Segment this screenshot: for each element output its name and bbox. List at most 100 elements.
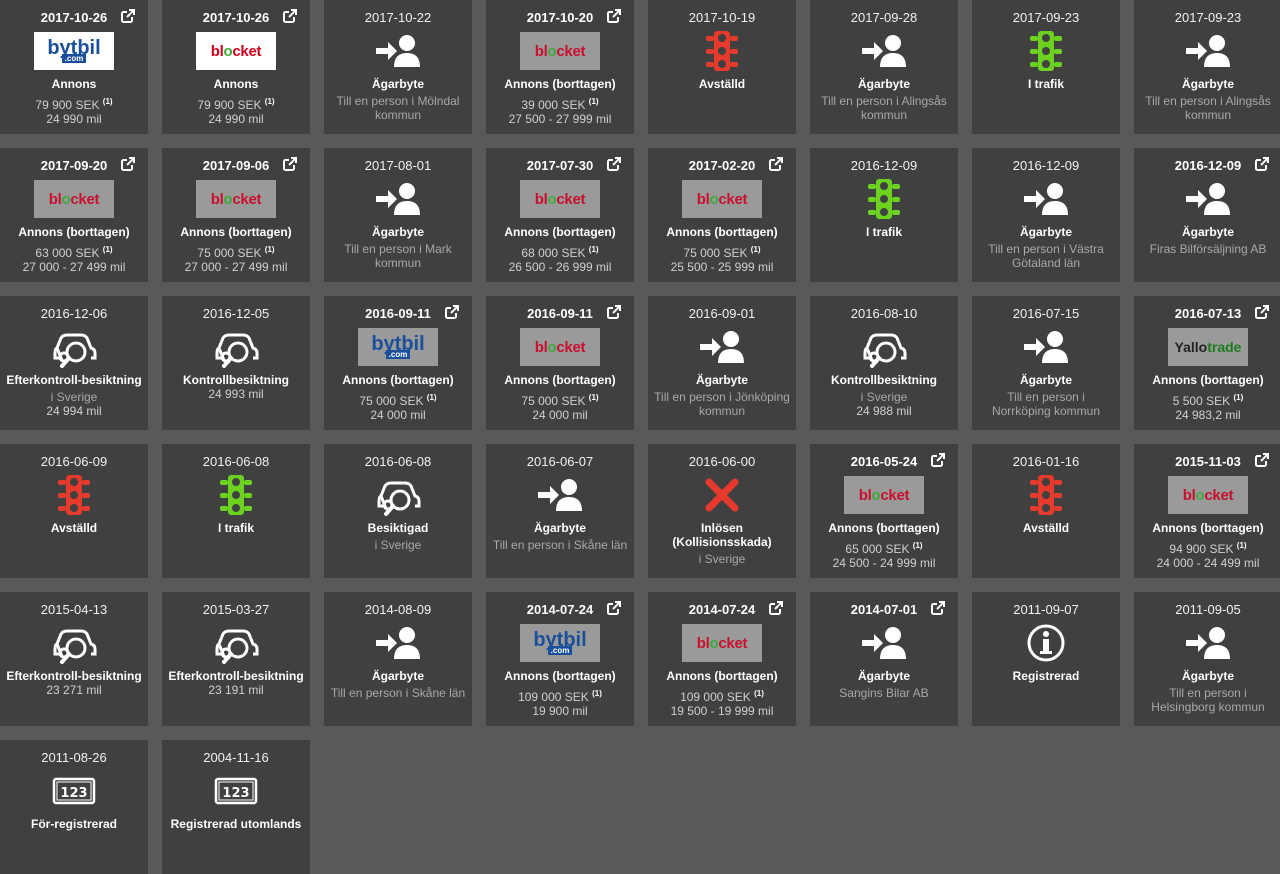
event-card-agarbyte[interactable]: 2016-12-09 Ägarbyte Firas Bilförsäljning A… [1134, 148, 1280, 282]
event-price: 94 900 SEK (1) [1169, 541, 1247, 556]
blocket-logo-grey: bl o cket [0, 178, 148, 220]
event-mileage: 23 271 mil [46, 683, 102, 697]
external-link-icon[interactable] [282, 8, 298, 24]
event-card-agarbyte: 2016-06-07 Ägarbyte Till en person i Skåne… [486, 444, 634, 578]
event-price: 75 000 SEK (1) [683, 245, 761, 260]
event-mileage: 23 191 mil [208, 683, 264, 697]
traffic-light-green-icon [810, 178, 958, 220]
event-title: Avställd [50, 521, 98, 535]
external-link-icon[interactable] [120, 8, 136, 24]
external-link-icon[interactable] [768, 600, 784, 616]
event-card-annons[interactable]: 2017-10-26 bytbil .com Annons 79 900 SEK (1)… [0, 0, 148, 134]
event-title: Ägarbyte [1019, 225, 1072, 239]
external-link-icon[interactable] [606, 600, 622, 616]
owner-change-icon [648, 326, 796, 368]
event-date: 2011-09-05 [1175, 602, 1241, 617]
footnote-marker: (1) [588, 393, 599, 402]
external-link-icon[interactable] [606, 304, 622, 320]
owner-change-icon [324, 622, 472, 664]
owner-change-icon [486, 474, 634, 516]
footnote-marker: (1) [102, 245, 113, 254]
event-date: 2017-08-01 [364, 158, 432, 173]
event-title: Ägarbyte [857, 77, 910, 91]
event-mileage: 24 983,2 mil [1175, 408, 1241, 422]
event-price: 5 500 SEK (1) [1172, 393, 1244, 408]
owner-change-icon [324, 178, 472, 220]
event-date: 2004-11-16 [203, 750, 269, 765]
event-card-annons-borttagen[interactable]: 2017-09-20 bl o cket Annons (borttagen) 63 00… [0, 148, 148, 282]
event-card-annons-borttagen[interactable]: 2017-10-20 bl o cket Annons (borttagen) 39 00… [486, 0, 634, 134]
event-title: I trafik [865, 225, 902, 239]
event-card-kontrollbesiktning: 2016-08-10 Kontrollbesiktning i Sverige 24 … [810, 296, 958, 430]
event-subtitle: Sangins Bilar AB [839, 686, 929, 700]
event-date: 2014-08-09 [364, 602, 432, 617]
car-inspection-icon [162, 622, 310, 664]
event-card-annons-borttagen[interactable]: 2015-11-03 bl o cket Annons (borttagen) 94 90… [1134, 444, 1280, 578]
event-subtitle: Till en person i Skåne län [330, 686, 466, 700]
external-link-icon[interactable] [606, 8, 622, 24]
traffic-light-red-icon [648, 30, 796, 72]
event-card-annons-borttagen[interactable]: 2016-09-11 bytbil .com Annons (borttagen) 75… [324, 296, 472, 430]
event-card-annons-borttagen[interactable]: 2016-09-11 bl o cket Annons (borttagen) 75 00… [486, 296, 634, 430]
event-date: 2016-06-00 [688, 454, 756, 469]
event-card-annons-borttagen[interactable]: 2014-07-24 bl o cket Annons (borttagen) 109 0… [648, 592, 796, 726]
event-date: 2016-12-09 [850, 158, 918, 173]
event-date: 2016-12-06 [40, 306, 108, 321]
event-card-annons-borttagen[interactable]: 2017-09-06 bl o cket Annons (borttagen) 75 00… [162, 148, 310, 282]
event-title: Annons (borttagen) [1152, 373, 1264, 387]
blocket-logo-white: bl o cket [162, 30, 310, 72]
event-title: Ägarbyte [1181, 669, 1234, 683]
event-title: Efterkontroll-besiktning [6, 373, 142, 387]
footnote-marker: (1) [912, 541, 923, 550]
event-card-annons-borttagen[interactable]: 2017-02-20 bl o cket Annons (borttagen) 75 00… [648, 148, 796, 282]
event-price: 63 000 SEK (1) [35, 245, 113, 260]
event-title: I trafik [1027, 77, 1064, 91]
event-card-agarbyte: 2014-08-09 Ägarbyte Till en person i Skåne… [324, 592, 472, 726]
event-card-annons-borttagen[interactable]: 2017-07-30 bl o cket Annons (borttagen) 68 00… [486, 148, 634, 282]
event-subtitle: Till en person i Jönköping kommun [654, 390, 790, 418]
event-title: Ägarbyte [371, 77, 424, 91]
event-card-annons[interactable]: 2017-10-26 bl o cket Annons 79 900 SEK (1) 24 … [162, 0, 310, 134]
external-link-icon[interactable] [282, 156, 298, 172]
event-subtitle: Till en person i Helsingborg kommun [1151, 686, 1265, 714]
event-title: Kontrollbesiktning [831, 373, 937, 387]
event-title: Ägarbyte [533, 521, 586, 535]
event-subtitle: Till en person i Alingsås kommun [1145, 94, 1271, 122]
event-mileage: 24 988 mil [856, 404, 912, 418]
external-link-icon[interactable] [1254, 156, 1270, 172]
footnote-marker: (1) [1236, 541, 1247, 550]
event-price: 68 000 SEK (1) [521, 245, 599, 260]
external-link-icon[interactable] [444, 304, 460, 320]
external-link-icon[interactable] [606, 156, 622, 172]
event-card-efterkontroll-besiktning: 2016-12-06 Efterkontroll-besiktning i Sver… [0, 296, 148, 430]
event-card-annons-borttagen[interactable]: 2016-07-13 Yallo trade Annons (borttagen) 5 … [1134, 296, 1280, 430]
owner-change-icon [972, 326, 1120, 368]
event-card-agarbyte[interactable]: 2014-07-01 Ägarbyte Sangins Bilar AB [810, 592, 958, 726]
car-inspection-icon [0, 326, 148, 368]
external-link-icon[interactable] [930, 600, 946, 616]
event-date: 2017-09-28 [850, 10, 918, 25]
blocket-logo-grey: bl o cket [810, 474, 958, 516]
external-link-icon[interactable] [930, 452, 946, 468]
event-mileage: 19 900 mil [532, 704, 588, 718]
event-date: 2016-06-07 [526, 454, 594, 469]
event-price: 65 000 SEK (1) [845, 541, 923, 556]
event-title: Registrerad utomlands [170, 817, 302, 831]
event-card-avstalld: 2017-10-19 Avställd [648, 0, 796, 134]
event-date: 2016-01-16 [1012, 454, 1080, 469]
external-link-icon[interactable] [120, 156, 136, 172]
external-link-icon[interactable] [1254, 452, 1270, 468]
event-title: Annons (borttagen) [342, 373, 454, 387]
event-date: 2015-04-13 [40, 602, 108, 617]
event-card-agarbyte: 2017-08-01 Ägarbyte Till en person i Mark … [324, 148, 472, 282]
external-link-icon[interactable] [1254, 304, 1270, 320]
event-price: 75 000 SEK (1) [521, 393, 599, 408]
car-inspection-icon [810, 326, 958, 368]
event-card-annons-borttagen[interactable]: 2016-05-24 bl o cket Annons (borttagen) 65 00… [810, 444, 958, 578]
external-link-icon[interactable] [768, 156, 784, 172]
event-mileage: 24 000 mil [532, 408, 588, 422]
bytbil-logo-grey: bytbil .com [486, 622, 634, 664]
event-mileage: 27 000 - 27 499 mil [184, 260, 288, 274]
event-date: 2016-06-09 [40, 454, 108, 469]
event-card-annons-borttagen[interactable]: 2014-07-24 bytbil .com Annons (borttagen) 10… [486, 592, 634, 726]
